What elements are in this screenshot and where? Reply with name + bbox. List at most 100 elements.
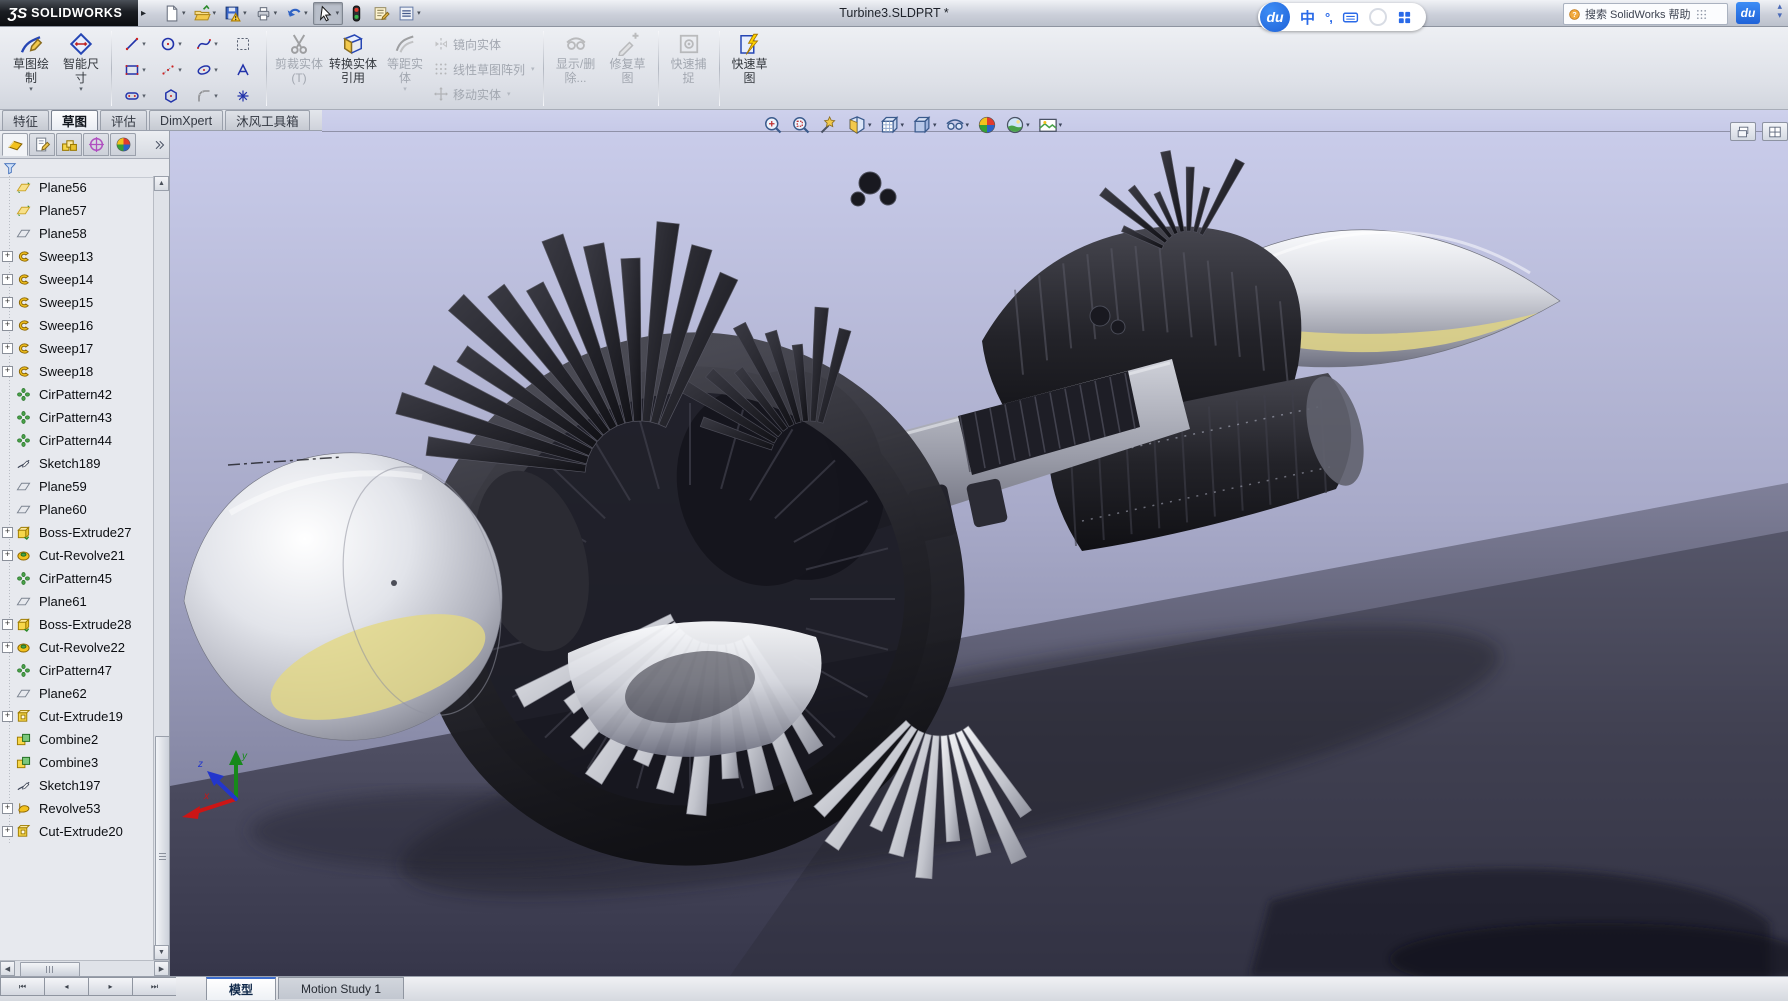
ribbon-mirror-entities-button[interactable]: 镜向实体 xyxy=(430,32,538,56)
apply-scene-button[interactable]: ▾ xyxy=(1004,114,1031,136)
feature-tree-item[interactable]: CirPattern45 xyxy=(0,567,153,590)
tab-scroll-button-1[interactable]: ◂ xyxy=(44,977,88,996)
viewport-3d[interactable]: x y z xyxy=(170,131,1788,976)
feature-tree-item[interactable]: CirPattern47 xyxy=(0,659,153,682)
tab-scroll-button-2[interactable]: ▸ xyxy=(88,977,132,996)
tab-scroll-button-0[interactable]: ⏮ xyxy=(0,977,44,996)
feature-tree-item[interactable]: Plane58 xyxy=(0,222,153,245)
save-button[interactable]: ▾ xyxy=(221,3,250,24)
tab-沐风工具箱[interactable]: 沐风工具箱 xyxy=(225,110,310,130)
ribbon-repair-sketch-button[interactable]: 修复草图 xyxy=(603,28,653,109)
feature-tree-item[interactable]: + Revolve53 xyxy=(0,797,153,820)
options-button[interactable]: ▾ xyxy=(395,3,424,24)
feature-tree-item[interactable]: Plane60 xyxy=(0,498,153,521)
feature-tree-item[interactable]: + Sweep14 xyxy=(0,268,153,291)
zoom-fit-button[interactable] xyxy=(762,114,784,136)
points-tool-button[interactable]: ▾ xyxy=(153,58,189,82)
ribbon-display-delete-button[interactable]: 显示/删除... xyxy=(549,28,603,109)
vertical-scroll-thumb[interactable] xyxy=(155,736,170,978)
horizontal-scroll-thumb[interactable] xyxy=(20,962,80,977)
scroll-left-button[interactable]: ◀ xyxy=(0,961,15,976)
ribbon-trim-entities-button[interactable]: 剪裁实体(T) xyxy=(272,28,326,109)
scroll-up-button[interactable]: ▲ xyxy=(154,176,169,191)
expand-toggle[interactable]: + xyxy=(2,527,13,538)
expand-toggle[interactable]: + xyxy=(2,274,13,285)
feature-tree-item[interactable]: + Cut-Revolve22 xyxy=(0,636,153,659)
file-properties-button[interactable] xyxy=(370,3,393,24)
tab-特征[interactable]: 特征 xyxy=(2,110,50,130)
window-restore-button[interactable] xyxy=(1730,122,1756,141)
scroll-right-button[interactable]: ▶ xyxy=(154,961,169,976)
expand-toggle[interactable]: + xyxy=(2,826,13,837)
panel-overflow-chevron-icon[interactable] xyxy=(153,139,165,151)
circle-tool-button[interactable]: ▾ xyxy=(153,32,189,56)
panel-tab-feature-manager[interactable] xyxy=(2,133,28,156)
view-orientation-button[interactable]: ▾ xyxy=(879,114,906,136)
feature-tree-item[interactable]: + Sweep18 xyxy=(0,360,153,383)
feature-tree-item[interactable]: + Boss-Extrude28 xyxy=(0,613,153,636)
undo-button[interactable]: ▾ xyxy=(282,3,311,24)
ribbon-rapid-sketch-button[interactable]: 快速草图 xyxy=(725,28,775,109)
section-view-button[interactable]: ▾ xyxy=(846,114,873,136)
baidu-ime-logo[interactable]: du xyxy=(1260,2,1290,32)
expand-toggle[interactable]: + xyxy=(2,251,13,262)
feature-tree-item[interactable]: Plane59 xyxy=(0,475,153,498)
scroll-down-button[interactable]: ▼ xyxy=(154,945,169,960)
feature-tree-item[interactable]: Sketch189 xyxy=(0,452,153,475)
feature-tree-item[interactable]: Plane56 xyxy=(0,176,153,199)
feature-tree-item[interactable]: CirPattern43 xyxy=(0,406,153,429)
rebuild-button[interactable] xyxy=(345,3,368,24)
feature-tree-item[interactable]: CirPattern44 xyxy=(0,429,153,452)
ime-circle-icon[interactable] xyxy=(1368,8,1387,26)
slot-tool-button[interactable]: ▾ xyxy=(117,84,153,108)
ellipse-tool-button[interactable]: ▾ xyxy=(189,58,225,82)
panel-tab-dimxpert-manager[interactable] xyxy=(83,133,109,156)
tab-scroll-button-3[interactable]: ⏭ xyxy=(132,977,176,996)
rectangle-tool-button[interactable]: ▾ xyxy=(117,58,153,82)
view-settings-button[interactable]: ▾ xyxy=(1037,114,1064,136)
tab-评估[interactable]: 评估 xyxy=(100,110,148,130)
ribbon-offset-entities-button[interactable]: 等距实体 ▾ xyxy=(380,28,430,109)
tab-DimXpert[interactable]: DimXpert xyxy=(149,110,224,130)
expand-toggle[interactable]: + xyxy=(2,711,13,722)
tab-草图[interactable]: 草图 xyxy=(51,110,99,130)
text-tool-button[interactable] xyxy=(225,58,261,82)
feature-tree-item[interactable]: Combine3 xyxy=(0,751,153,774)
feature-tree-item[interactable]: + Sweep13 xyxy=(0,245,153,268)
expand-toggle[interactable]: + xyxy=(2,320,13,331)
select-button[interactable]: ▾ xyxy=(312,1,344,25)
new-document-button[interactable]: ▾ xyxy=(160,3,189,24)
statusbar-tab-Motion Study 1[interactable]: Motion Study 1 xyxy=(278,977,405,999)
feature-tree-item[interactable]: + Sweep16 xyxy=(0,314,153,337)
menu-expand-arrow-icon[interactable]: ▸ xyxy=(141,8,146,19)
hide-show-items-button[interactable]: ▾ xyxy=(944,114,971,136)
ribbon-move-entities-button[interactable]: 移动实体 ▾ xyxy=(430,82,538,106)
feature-tree-item[interactable]: + Cut-Extrude20 xyxy=(0,820,153,843)
feature-tree-item[interactable]: Plane57 xyxy=(0,199,153,222)
expand-toggle[interactable]: + xyxy=(2,366,13,377)
panel-tab-display-manager[interactable] xyxy=(110,133,136,156)
selection-box-tool-button[interactable] xyxy=(225,32,261,56)
fillet-tool-button[interactable]: ▾ xyxy=(189,84,225,108)
print-button[interactable]: ▾ xyxy=(252,3,281,24)
ime-toolbar[interactable]: du 中 °, xyxy=(1258,2,1426,32)
ime-keyboard-icon[interactable] xyxy=(1342,9,1359,26)
feature-tree-item[interactable]: Sketch197 xyxy=(0,774,153,797)
display-style-button[interactable]: ▾ xyxy=(911,114,938,136)
feature-tree-item[interactable]: + Boss-Extrude27 xyxy=(0,521,153,544)
zoom-area-button[interactable] xyxy=(790,114,812,136)
feature-tree-item[interactable]: Combine2 xyxy=(0,728,153,751)
open-button[interactable]: ▾ xyxy=(191,3,220,24)
line-tool-button[interactable]: ▾ xyxy=(117,32,153,56)
polygon-tool-button[interactable] xyxy=(153,84,189,108)
window-layout-button[interactable] xyxy=(1762,122,1788,141)
feature-tree-item[interactable]: Plane62 xyxy=(0,682,153,705)
ime-punctuation-icon[interactable]: °, xyxy=(1325,10,1333,25)
feature-tree-item[interactable]: CirPattern42 xyxy=(0,383,153,406)
point-tool-button[interactable] xyxy=(225,84,261,108)
tree-vertical-scrollbar[interactable]: ▲ ▼ xyxy=(153,176,170,978)
expand-toggle[interactable]: + xyxy=(2,297,13,308)
spline-tool-button[interactable]: ▾ xyxy=(189,32,225,56)
feature-tree-item[interactable]: + Sweep15 xyxy=(0,291,153,314)
collapse-arrows-icon[interactable]: ▴ ▾ xyxy=(1777,2,1782,20)
